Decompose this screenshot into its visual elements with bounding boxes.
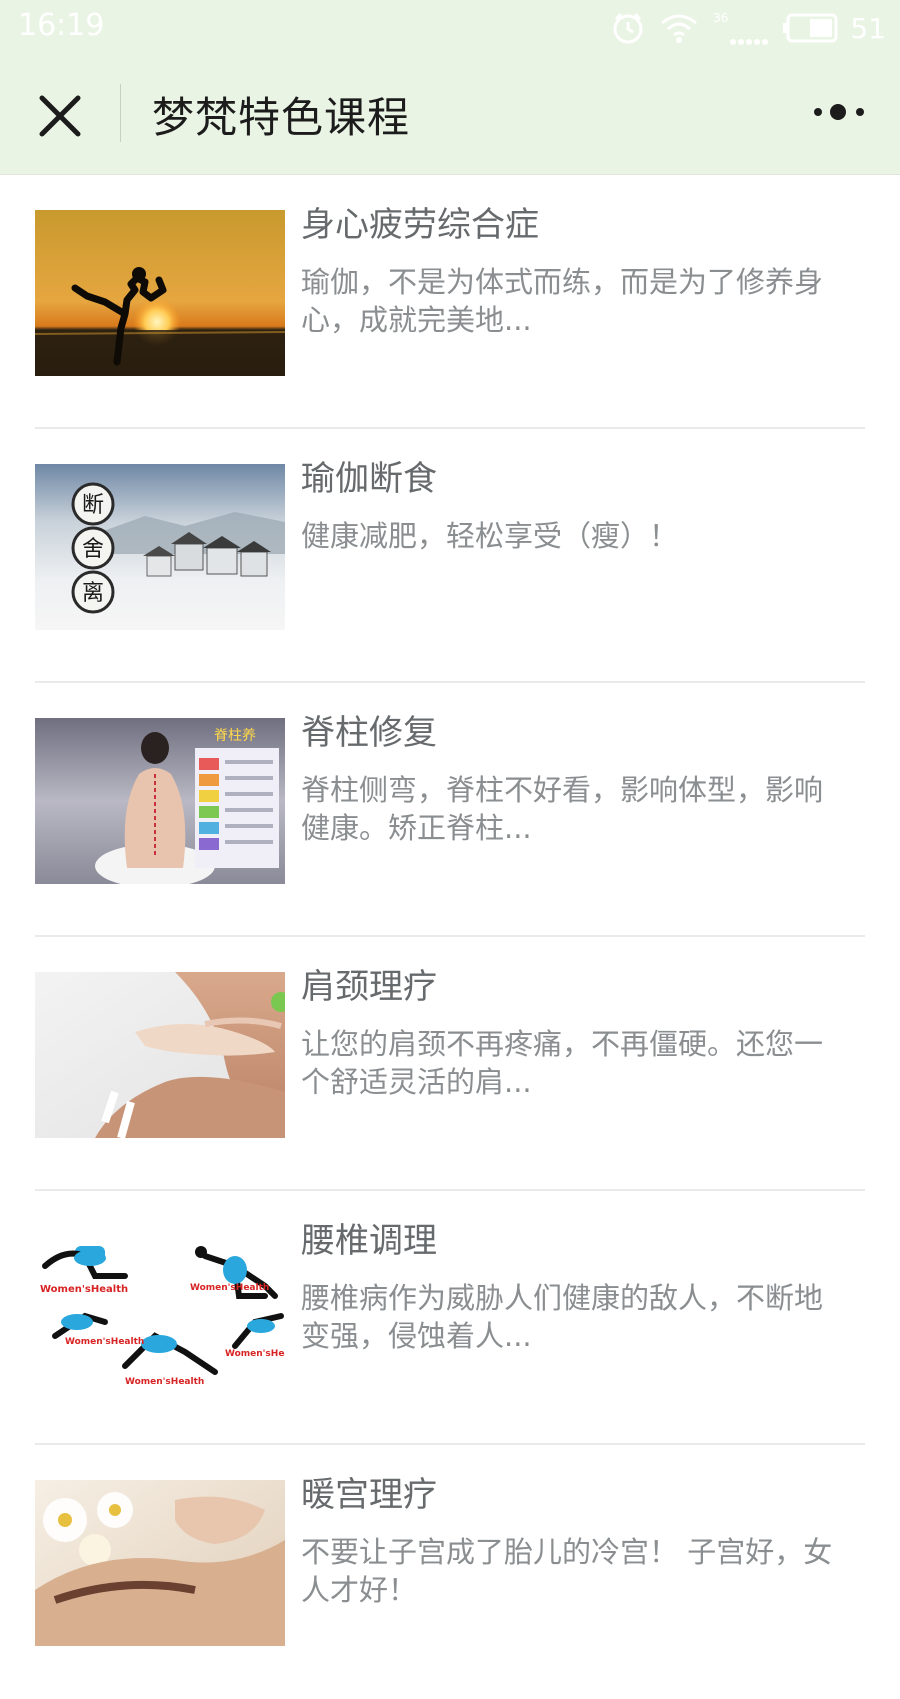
course-title: 脊柱修复 xyxy=(301,713,437,753)
thumb-brand-5: Women'sHealth xyxy=(225,1349,285,1359)
thumb-char-she: 舍 xyxy=(82,537,104,562)
course-item-spine[interactable]: 脊柱养 脊柱修复 脊柱侧弯，脊柱不好看，影响体型，影响健康。矫正脊柱... xyxy=(35,683,865,937)
course-description: 脊柱侧弯，脊柱不好看，影响体型，影响健康。矫正脊柱... xyxy=(301,773,824,845)
thumb-spine-label: 脊柱养 xyxy=(214,728,256,744)
close-icon[interactable] xyxy=(30,86,90,146)
nav-divider xyxy=(120,84,121,142)
thumb-char-li: 离 xyxy=(82,581,104,606)
thumb-brand-4: Women'sHealth xyxy=(125,1377,204,1387)
course-title: 瑜伽断食 xyxy=(301,459,437,499)
network-label: 36 xyxy=(713,11,729,25)
thumb-brand-3: Women'sHealth xyxy=(65,1337,144,1347)
thumb-char-duan: 断 xyxy=(82,493,104,518)
course-description: 瑜伽，不是为体式而练，而是为了修养身心，成就完美地... xyxy=(301,265,824,337)
status-time: 16:19 xyxy=(18,8,105,43)
wifi-icon xyxy=(661,14,698,43)
course-title: 暖宫理疗 xyxy=(301,1475,437,1515)
nav-bar: 梦梵特色课程 xyxy=(0,54,900,175)
signal-icon: 36 xyxy=(713,11,769,45)
course-description: 腰椎病作为威胁人们健康的敌人，不断地变强，侵蚀着人... xyxy=(301,1281,824,1353)
neck-massage-thumbnail xyxy=(35,972,285,1138)
more-icon[interactable] xyxy=(810,94,870,130)
course-title: 腰椎调理 xyxy=(301,1221,437,1261)
thumb-brand-2: Women'sHealth xyxy=(190,1283,269,1293)
thumb-brand-1: Women'sHealth xyxy=(40,1284,128,1295)
misty-village-thumbnail: 断 舍 离 xyxy=(35,464,285,630)
alarm-icon xyxy=(613,12,643,44)
course-title: 身心疲劳综合症 xyxy=(301,205,539,245)
course-item-fasting[interactable]: 断 舍 离 瑜伽断食 健康减肥，轻松享受（瘦）！ xyxy=(35,429,865,683)
course-item-lumbar[interactable]: Women'sHealth Women'sHealth Women'sHealt… xyxy=(35,1191,865,1445)
course-description: 让您的肩颈不再疼痛，不再僵硬。还您一个舒适灵活的肩... xyxy=(301,1027,824,1099)
course-description: 健康减肥，轻松享受（瘦）！ xyxy=(301,519,679,553)
course-item-fatigue[interactable]: 身心疲劳综合症 瑜伽，不是为体式而练，而是为了修养身心，成就完美地... xyxy=(35,175,865,429)
yoga-poses-thumbnail: Women'sHealth Women'sHealth Women'sHealt… xyxy=(35,1226,285,1392)
battery-percent: 51 xyxy=(850,11,886,45)
yoga-sunset-thumbnail xyxy=(35,210,285,376)
course-title: 肩颈理疗 xyxy=(301,967,437,1007)
course-item-neck[interactable]: 肩颈理疗 让您的肩颈不再疼痛，不再僵硬。还您一个舒适灵活的肩... xyxy=(35,937,865,1191)
course-item-uterus[interactable]: 暖宫理疗 不要让子宫成了胎儿的冷宫！ 子宫好，女人才好！ xyxy=(35,1445,865,1699)
spine-chart-thumbnail: 脊柱养 xyxy=(35,718,285,884)
page-title: 梦梵特色课程 xyxy=(152,93,411,142)
status-bar: 16:19 36 51 xyxy=(0,0,900,54)
course-description: 不要让子宫成了胎儿的冷宫！ 子宫好，女人才好！ xyxy=(301,1535,833,1607)
battery-icon xyxy=(783,13,838,43)
flower-woman-thumbnail xyxy=(35,1480,285,1646)
